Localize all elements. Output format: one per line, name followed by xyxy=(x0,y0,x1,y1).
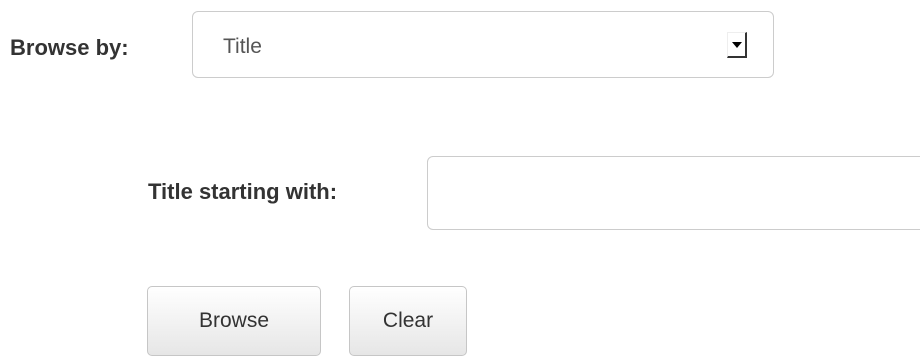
triangle-down-icon xyxy=(732,42,742,48)
title-starting-with-input[interactable] xyxy=(427,156,920,230)
browse-by-label: Browse by: xyxy=(10,35,129,60)
browse-button[interactable]: Browse xyxy=(147,286,321,356)
browse-form: Browse by: Title Title starting with: Br… xyxy=(0,0,920,356)
clear-button[interactable]: Clear xyxy=(349,286,467,356)
browse-by-select[interactable]: Title xyxy=(192,11,774,78)
dropdown-arrow-icon[interactable] xyxy=(727,32,747,58)
browse-by-selected-value: Title xyxy=(223,35,262,58)
title-starting-with-label: Title starting with: xyxy=(148,179,338,204)
